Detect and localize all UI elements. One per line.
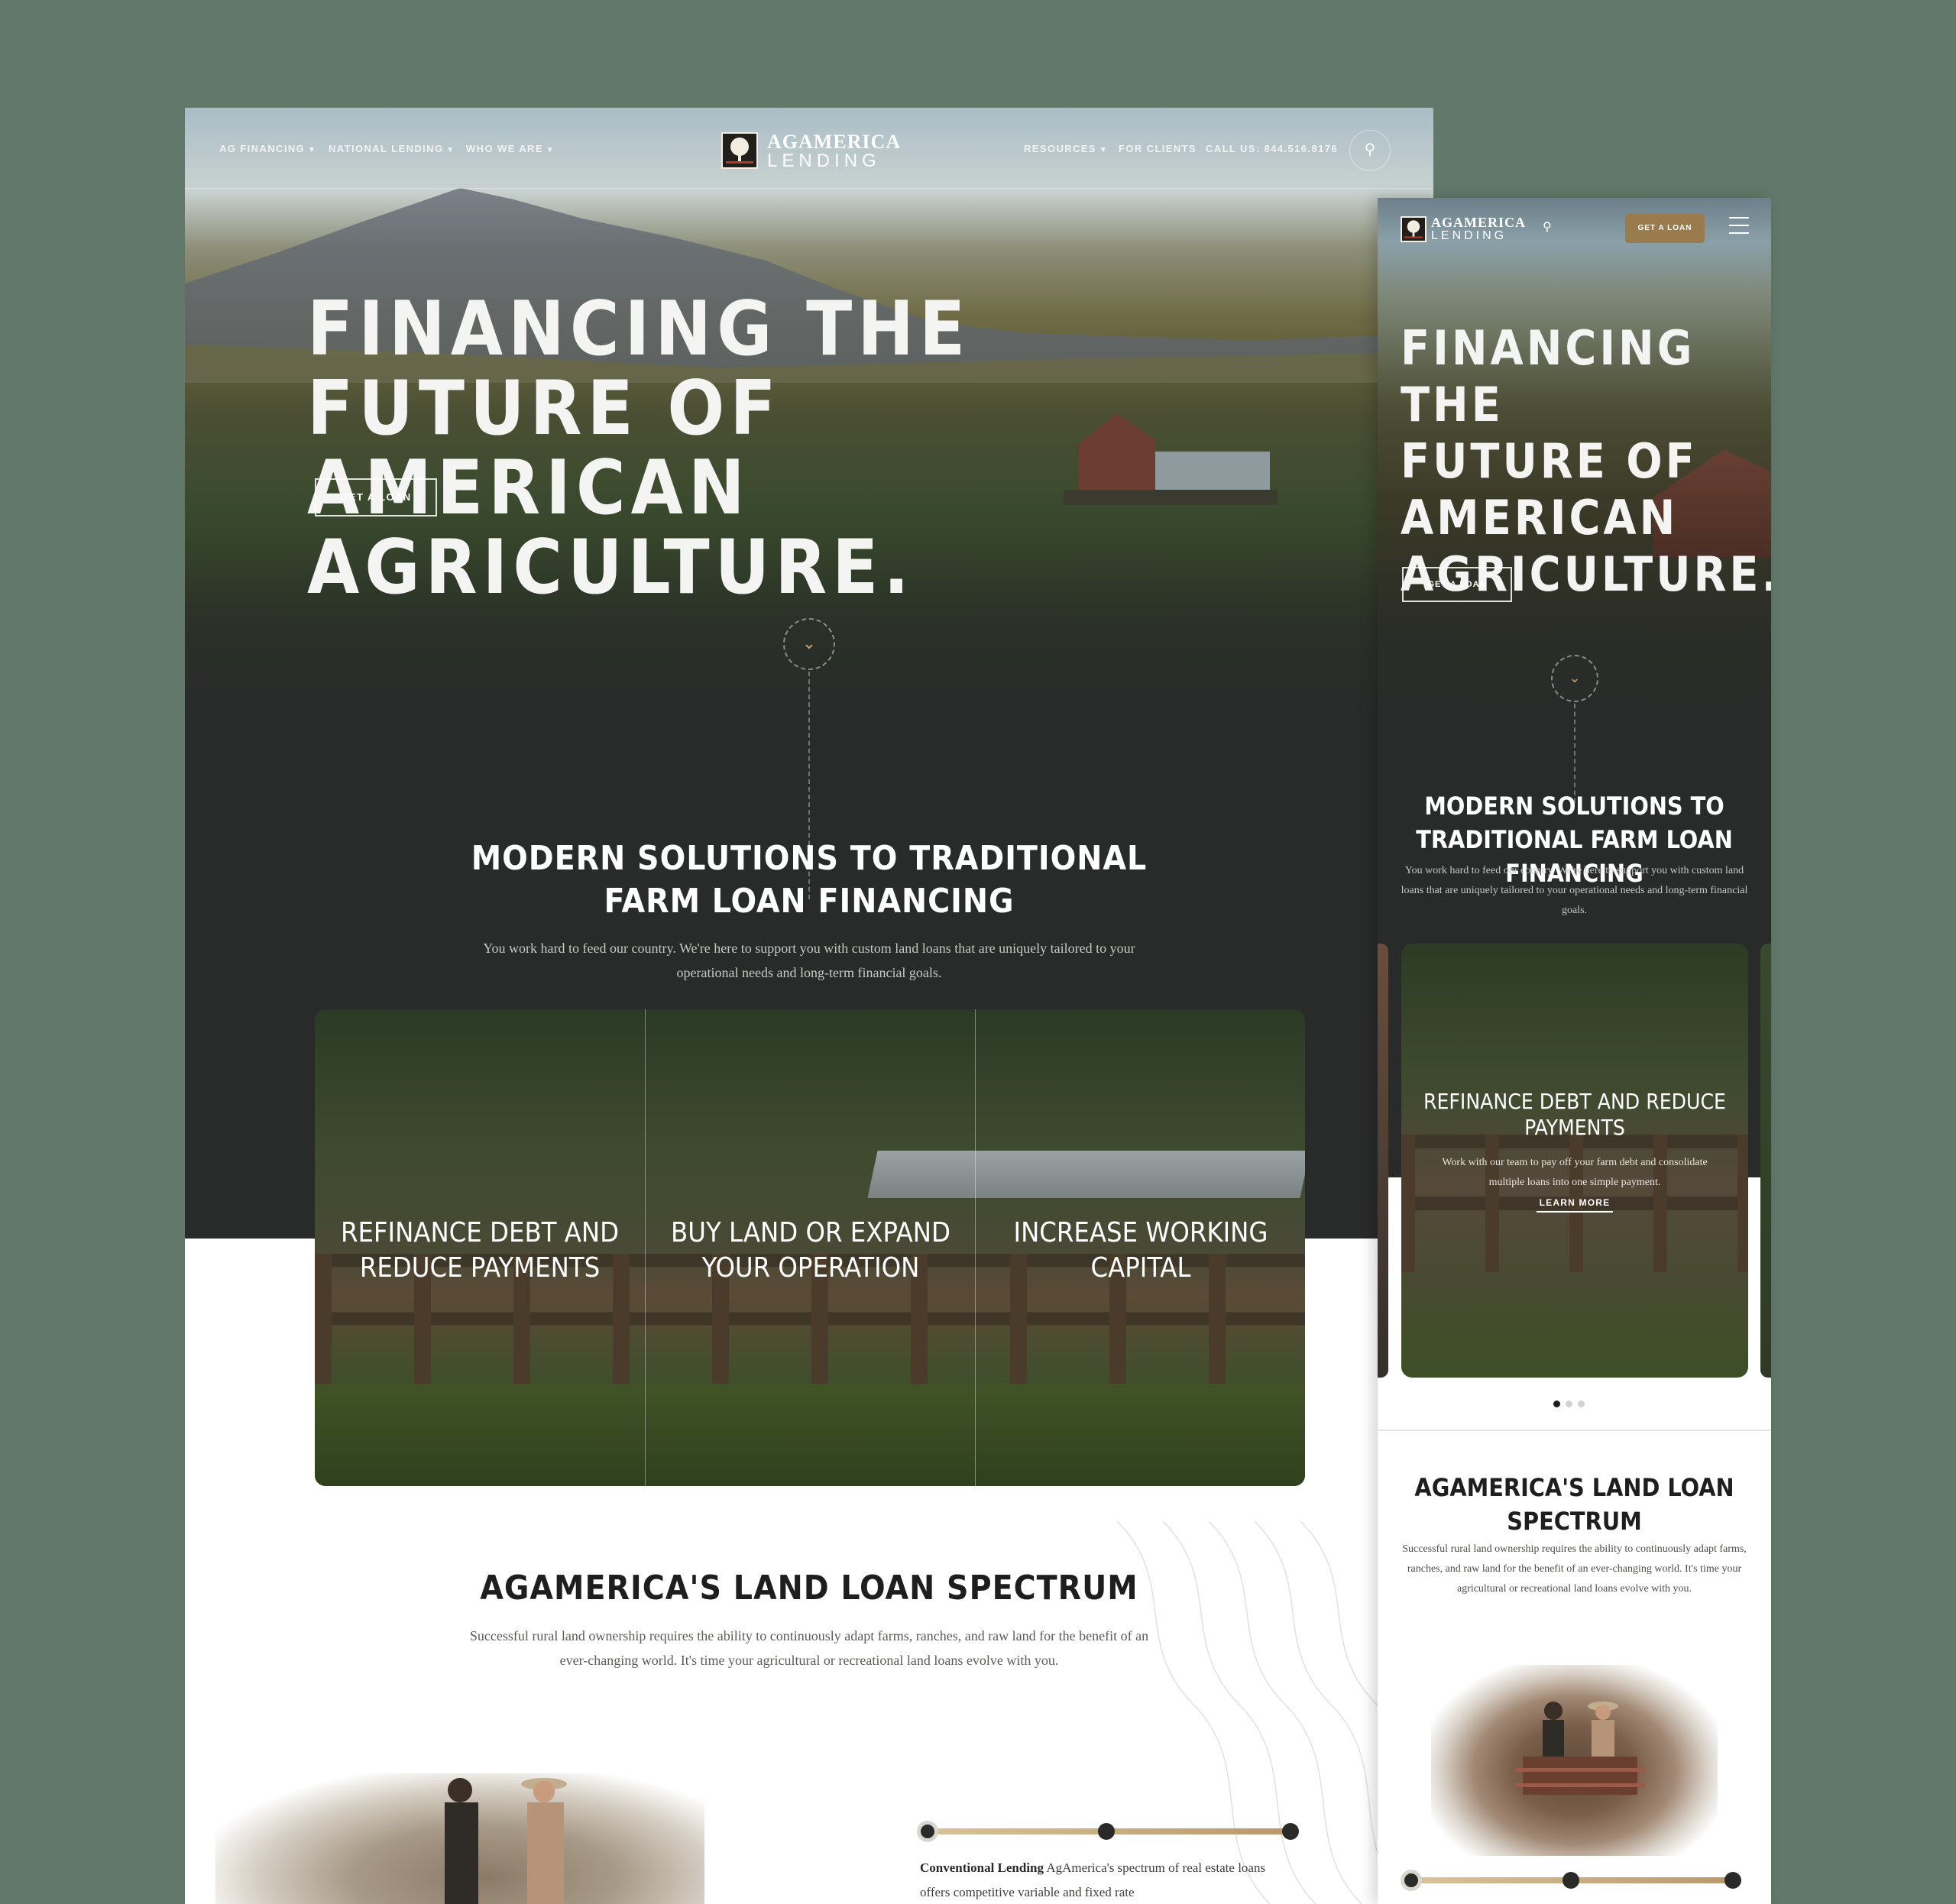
section-divider bbox=[1378, 1430, 1771, 1431]
conventional-lending-text: Conventional Lending AgAmerica's spectru… bbox=[920, 1856, 1287, 1904]
timeline-stop-conventional[interactable] bbox=[917, 1821, 938, 1842]
timeline-stop[interactable] bbox=[1563, 1872, 1579, 1889]
section-body-modern-solutions: You work hard to feed our country. We're… bbox=[483, 941, 1135, 980]
nav-call-us[interactable]: CALL US: 844.516.8176 bbox=[1206, 143, 1338, 154]
nav-label: RESOURCES bbox=[1024, 143, 1096, 154]
chevron-down-icon: ▾ bbox=[547, 145, 553, 154]
agamerica-logo[interactable]: AGAMERICA LENDING bbox=[721, 129, 905, 172]
scroll-down-button[interactable]: ⌄ bbox=[783, 618, 835, 670]
search-button[interactable]: ⚲ bbox=[1349, 130, 1391, 171]
nav-resources[interactable]: RESOURCES ▾ bbox=[1024, 143, 1106, 154]
chevron-down-icon: ▾ bbox=[309, 145, 316, 154]
conventional-lending-label: Conventional Lending bbox=[920, 1860, 1044, 1875]
card-refinance-debt[interactable]: REFINANCE DEBT AND REDUCE PAYMENTS bbox=[315, 1009, 645, 1486]
logo-wordmark-bottom: LENDING bbox=[1431, 229, 1507, 242]
card-working-capital[interactable]: INCREASE WORKING CAPITAL bbox=[975, 1009, 1305, 1486]
search-icon: ⚲ bbox=[1364, 141, 1376, 158]
carousel-prev-card[interactable] bbox=[1378, 944, 1388, 1378]
get-a-loan-button[interactable]: GET A LOAN bbox=[315, 478, 437, 516]
barn-illustration bbox=[1064, 413, 1278, 505]
mobile-page-mockup: AGAMERICA LENDING ⚲ GET A LOAN FINANCING… bbox=[1378, 198, 1771, 1904]
hero-line-1: FINANCING THE bbox=[1401, 320, 1695, 432]
hero-line-1: FINANCING THE FUTURE OF bbox=[307, 286, 971, 452]
chevron-down-icon: ▾ bbox=[1100, 145, 1106, 154]
nav-divider bbox=[185, 188, 1433, 189]
timeline-stop[interactable] bbox=[1282, 1823, 1299, 1840]
carousel-dot-active[interactable] bbox=[1553, 1400, 1560, 1407]
loan-spectrum-timeline[interactable] bbox=[917, 1819, 1299, 1842]
chevron-down-icon: ⌄ bbox=[802, 633, 817, 652]
loan-spectrum-timeline[interactable] bbox=[1401, 1868, 1748, 1891]
menu-icon[interactable] bbox=[1729, 217, 1749, 234]
hero-line-2: AMERICAN AGRICULTURE. bbox=[307, 445, 915, 611]
timeline-stop[interactable] bbox=[1724, 1872, 1741, 1889]
section-body-land-loan-spectrum: Successful rural land ownership requires… bbox=[1402, 1543, 1747, 1595]
logo-wordmark-bottom: LENDING bbox=[767, 151, 881, 171]
scroll-down-button[interactable]: ⌄ bbox=[1551, 655, 1598, 702]
loan-options-cards: REFINANCE DEBT AND REDUCE PAYMENTS BUY L… bbox=[315, 1009, 1305, 1486]
section-title-modern-solutions: MODERN SOLUTIONS TO TRADITIONAL FARM LOA… bbox=[471, 839, 1148, 921]
nav-national-lending[interactable]: NATIONAL LENDING ▾ bbox=[329, 143, 453, 154]
nav-label: NATIONAL LENDING bbox=[329, 143, 444, 154]
nav-for-clients[interactable]: FOR CLIENTS bbox=[1119, 143, 1197, 154]
nav-ag-financing[interactable]: AG FINANCING ▾ bbox=[219, 143, 315, 154]
learn-more-link[interactable]: LEARN MORE bbox=[1537, 1197, 1613, 1213]
section-title-land-loan-spectrum: AGAMERICA'S LAND LOAN SPECTRUM bbox=[1414, 1473, 1734, 1536]
section-body-land-loan-spectrum: Successful rural land ownership requires… bbox=[469, 1628, 1149, 1668]
nav-label: WHO WE ARE bbox=[466, 143, 543, 154]
riders-photo bbox=[1431, 1665, 1718, 1856]
hero-line-2: FUTURE OF bbox=[1401, 433, 1698, 489]
card-buy-land[interactable]: BUY LAND OR EXPAND YOUR OPERATION bbox=[645, 1009, 976, 1486]
carousel-dot[interactable] bbox=[1566, 1400, 1572, 1407]
timeline-stop[interactable] bbox=[1098, 1823, 1115, 1840]
hero-line-3: AMERICAN bbox=[1401, 490, 1679, 546]
timeline-stop-conventional[interactable] bbox=[1401, 1870, 1422, 1891]
chevron-down-icon: ⌄ bbox=[1569, 670, 1581, 685]
riders-photo bbox=[215, 1773, 704, 1904]
agamerica-logo[interactable]: AGAMERICA LENDING bbox=[1401, 215, 1530, 245]
section-body-modern-solutions: You work hard to feed our country. We're… bbox=[1401, 865, 1748, 916]
card-title: REFINANCE DEBT AND REDUCE PAYMENTS bbox=[1423, 1089, 1726, 1140]
nav-label: AG FINANCING bbox=[219, 143, 306, 154]
logo-tree-icon bbox=[1401, 216, 1427, 242]
carousel-card-refinance[interactable]: REFINANCE DEBT AND REDUCE PAYMENTS Work … bbox=[1401, 944, 1748, 1378]
hero-headline: FINANCING THE FUTURE OF AMERICAN AGRICUL… bbox=[307, 290, 1071, 607]
section-title-land-loan-spectrum: AGAMERICA'S LAND LOAN SPECTRUM bbox=[480, 1569, 1138, 1608]
header-get-a-loan-button[interactable]: GET A LOAN bbox=[1625, 214, 1705, 243]
card-body: Work with our team to pay off your farm … bbox=[1442, 1157, 1708, 1188]
carousel-dot[interactable] bbox=[1578, 1400, 1585, 1407]
chevron-down-icon: ▾ bbox=[448, 145, 454, 154]
logo-tree-icon bbox=[721, 132, 758, 169]
search-icon[interactable]: ⚲ bbox=[1543, 219, 1552, 235]
get-a-loan-button[interactable]: GET A LOAN bbox=[1402, 567, 1512, 602]
card-title: INCREASE WORKING CAPITAL bbox=[1013, 1217, 1268, 1284]
carousel-next-card[interactable] bbox=[1760, 944, 1771, 1378]
card-title: BUY LAND OR EXPAND YOUR OPERATION bbox=[671, 1217, 950, 1284]
desktop-page-mockup: AG FINANCING ▾ NATIONAL LENDING ▾ WHO WE A… bbox=[185, 108, 1433, 1904]
nav-who-we-are[interactable]: WHO WE ARE ▾ bbox=[466, 143, 553, 154]
card-title: REFINANCE DEBT AND REDUCE PAYMENTS bbox=[340, 1217, 620, 1284]
scroll-dashed-line bbox=[1574, 704, 1575, 803]
logo-wordmark-top: AGAMERICA bbox=[1431, 215, 1526, 230]
mobile-hero-headline: FINANCING THE FUTURE OF AMERICAN AGRICUL… bbox=[1401, 320, 1771, 603]
